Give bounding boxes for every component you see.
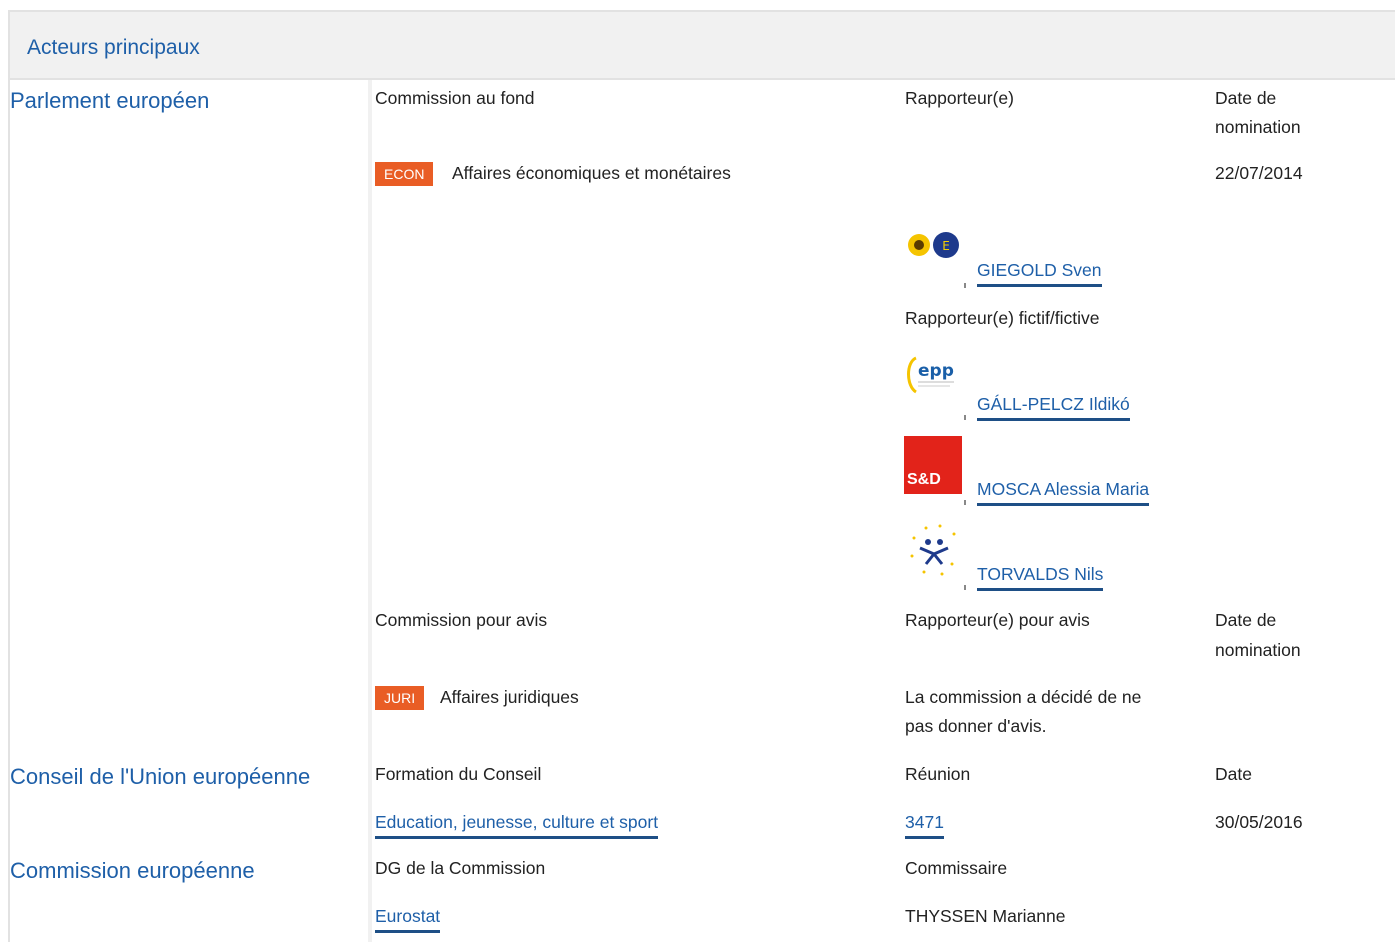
top-spacer [0, 0, 1395, 10]
opinion-date-header-line1: Date de [1215, 610, 1277, 630]
shadow-link-mosca[interactable]: MOSCA Alessia Maria [977, 477, 1150, 506]
commission-dg-header: DG de la Commission [375, 858, 546, 878]
commission-dg-link[interactable]: Eurostat [375, 904, 441, 933]
council-formation-link[interactable]: Education, jeunesse, culture et sport [375, 810, 659, 839]
council-formation-header: Formation du Conseil [375, 764, 542, 784]
section-header: Acteurs principaux [8, 10, 1395, 80]
tick-mark [964, 283, 966, 288]
lead-nomination-date: 22/07/2014 [1215, 163, 1303, 183]
committee-badge-econ: ECON [375, 162, 434, 186]
tick-mark [964, 585, 966, 590]
shadow-rapporteur-label: Rapporteur(e) fictif/fictive [905, 308, 1100, 328]
council-meeting-link[interactable]: 3471 [905, 810, 944, 839]
tick-mark [964, 500, 966, 505]
lead-date-header-line1: Date de [1215, 88, 1277, 108]
column-divider [368, 80, 372, 942]
sd-logo-icon: S&D [904, 436, 962, 494]
lead-committee-header: Commission au fond [375, 88, 535, 108]
epp-logo-icon: epp [907, 356, 954, 394]
alde-logo-icon [910, 524, 956, 576]
committee-badge-juri: JURI [375, 686, 425, 710]
greens-efa-logo-icon: E [908, 232, 959, 258]
opinion-date-header-line2: nomination [1215, 640, 1301, 660]
lead-date-header-line2: nomination [1215, 117, 1301, 137]
svg-text:epp: epp [918, 361, 954, 381]
parliament-label: Parlement européen [10, 88, 210, 113]
rapporteur-link-giegold[interactable]: GIEGOLD Sven [977, 258, 1102, 287]
left-border [8, 80, 10, 942]
shadow-link-gall-pelcz[interactable]: GÁLL-PELCZ Ildikó [977, 392, 1130, 421]
commission-label: Commission européenne [10, 858, 255, 883]
opinion-note-line1: La commission a décidé de ne [905, 687, 1142, 707]
council-label: Conseil de l'Union européenne [10, 764, 311, 789]
opinion-rapporteur-header: Rapporteur(e) pour avis [905, 610, 1090, 630]
tick-mark [964, 415, 966, 420]
svg-text:E: E [942, 239, 950, 253]
council-meeting-header: Réunion [905, 764, 971, 784]
lead-rapporteur-header: Rapporteur(e) [905, 88, 1014, 108]
shadow-link-torvalds[interactable]: TORVALDS Nils [977, 562, 1104, 591]
opinion-note-line2: pas donner d'avis. [905, 716, 1047, 736]
opinion-committee-name: Affaires juridiques [440, 687, 579, 707]
commissioner-name: THYSSEN Marianne [905, 906, 1066, 926]
council-date-header: Date [1215, 764, 1252, 784]
commission-commissioner-header: Commissaire [905, 858, 1008, 878]
sd-logo-text: S&D [907, 471, 941, 488]
opinion-committee-header: Commission pour avis [375, 610, 548, 630]
council-date: 30/05/2016 [1215, 812, 1303, 832]
lead-committee-name: Affaires économiques et monétaires [452, 163, 731, 183]
section-title: Acteurs principaux [27, 36, 200, 59]
